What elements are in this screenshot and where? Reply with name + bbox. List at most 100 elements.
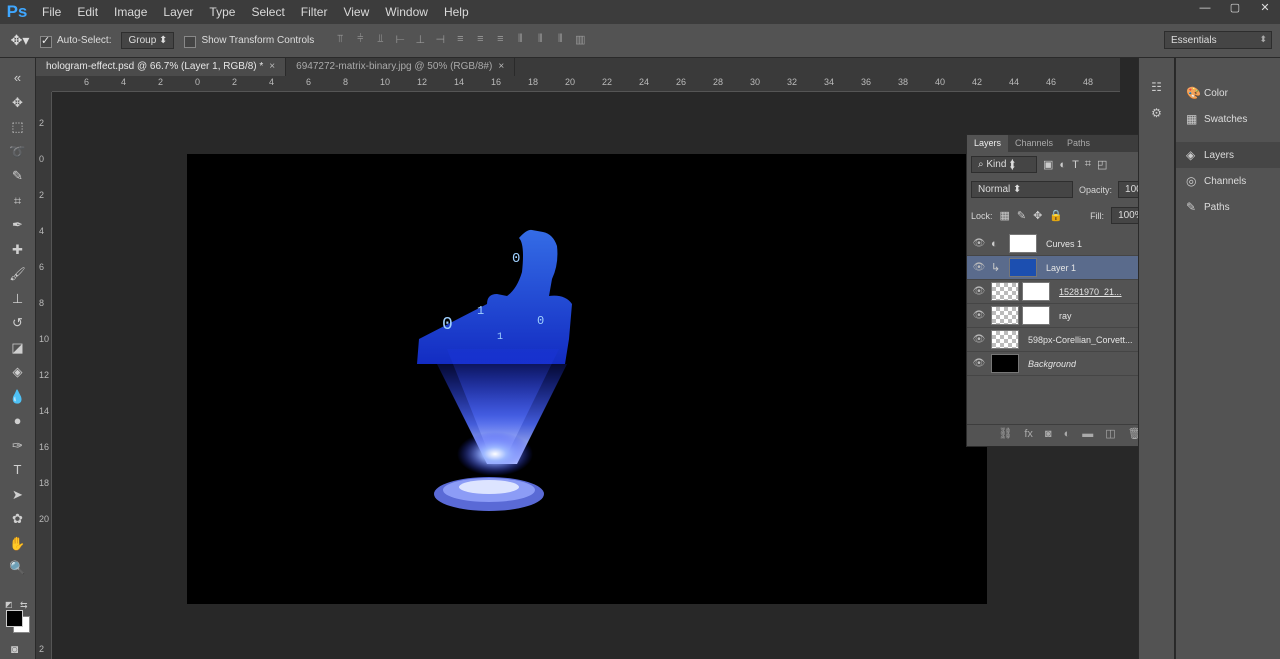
eyedropper-tool-icon[interactable]: ✒: [0, 213, 35, 238]
transform-controls-option[interactable]: Show Transform Controls: [184, 35, 314, 48]
auto-select-checkbox[interactable]: [40, 34, 52, 48]
visibility-eye-icon[interactable]: 👁: [967, 310, 991, 321]
history-panel-icon[interactable]: ☷: [1139, 80, 1174, 94]
visibility-eye-icon[interactable]: 👁: [967, 286, 991, 297]
tab-hologram-effect[interactable]: hologram-effect.psd @ 66.7% (Layer 1, RG…: [36, 58, 287, 76]
move-tool-preset-icon[interactable]: ✥▾: [0, 32, 40, 49]
layer-name[interactable]: Curves 1: [1046, 239, 1082, 249]
fx-icon[interactable]: fx: [1024, 428, 1033, 440]
distribute-right-icon[interactable]: ⫴: [552, 33, 568, 49]
panel-swatches[interactable]: ▦ Swatches: [1176, 106, 1280, 132]
filter-adjustment-icon[interactable]: ◐: [1059, 159, 1066, 171]
align-hcenter-icon[interactable]: ⊥: [412, 33, 428, 49]
paint-bucket-tool-icon[interactable]: ◈: [0, 360, 35, 385]
blend-mode-dropdown[interactable]: Normal ⬍: [971, 181, 1073, 198]
quick-select-tool-icon[interactable]: ✎: [0, 164, 35, 189]
zoom-tool-icon[interactable]: 🔍: [0, 556, 35, 581]
link-layers-icon[interactable]: ⛓: [998, 427, 1012, 440]
layer-row-selected[interactable]: 👁 ↳ Layer 1: [967, 256, 1163, 280]
filter-smart-object-icon[interactable]: ◰: [1097, 158, 1107, 171]
blur-tool-icon[interactable]: 💧: [0, 385, 35, 410]
filter-pixel-icon[interactable]: ▣: [1043, 158, 1053, 171]
healing-tool-icon[interactable]: ✚: [0, 238, 35, 263]
lasso-tool-icon[interactable]: ➰: [0, 140, 35, 165]
distribute-hcenter-icon[interactable]: ⫴: [532, 33, 548, 49]
move-tool-icon[interactable]: ✥: [0, 91, 35, 116]
document-canvas[interactable]: 0 0 1 0 1: [187, 154, 987, 604]
new-layer-icon[interactable]: ◫: [1105, 427, 1115, 440]
filter-shape-icon[interactable]: ⌗: [1085, 158, 1091, 171]
menu-help[interactable]: Help: [436, 0, 477, 24]
type-tool-icon[interactable]: T: [0, 458, 35, 483]
properties-panel-icon[interactable]: ⚙: [1139, 106, 1174, 120]
align-vcenter-icon[interactable]: ⫩: [352, 33, 368, 49]
distribute-left-icon[interactable]: ⫴: [512, 33, 528, 49]
align-left-icon[interactable]: ⊢: [392, 33, 408, 49]
layer-row[interactable]: 👁 15281970_21...: [967, 280, 1163, 304]
menu-view[interactable]: View: [335, 0, 377, 24]
transform-controls-checkbox[interactable]: [184, 35, 197, 48]
quick-mask-icon[interactable]: ◙: [11, 642, 18, 656]
distribute-vcenter-icon[interactable]: ≡: [472, 33, 488, 49]
menu-type[interactable]: Type: [201, 0, 243, 24]
minimize-button[interactable]: —: [1190, 0, 1220, 16]
distribute-top-icon[interactable]: ≡: [452, 33, 468, 49]
new-group-icon[interactable]: ▬: [1082, 428, 1093, 440]
eraser-tool-icon[interactable]: ◪: [0, 336, 35, 361]
panel-channels[interactable]: ◎ Channels: [1176, 168, 1280, 194]
lock-position-icon[interactable]: ✥: [1033, 209, 1042, 222]
brush-tool-icon[interactable]: 🖌: [0, 262, 35, 287]
path-select-tool-icon[interactable]: ➤: [0, 483, 35, 508]
menu-select[interactable]: Select: [243, 0, 292, 24]
shape-tool-icon[interactable]: ✿: [0, 507, 35, 532]
workspace-dropdown[interactable]: Essentials: [1164, 31, 1272, 49]
panel-color[interactable]: 🎨 Color: [1176, 80, 1280, 106]
hand-tool-icon[interactable]: ✋: [0, 532, 35, 557]
menu-filter[interactable]: Filter: [293, 0, 336, 24]
lock-transparent-icon[interactable]: ▦: [1000, 209, 1010, 222]
visibility-eye-icon[interactable]: 👁: [967, 262, 991, 273]
visibility-eye-icon[interactable]: 👁: [967, 358, 991, 369]
align-bottom-icon[interactable]: ⫫: [372, 33, 388, 49]
close-tab-icon[interactable]: ×: [498, 61, 504, 72]
crop-tool-icon[interactable]: ⌗: [0, 189, 35, 214]
layer-row[interactable]: 👁 Background 🔒: [967, 352, 1163, 376]
distribute-bottom-icon[interactable]: ≡: [492, 33, 508, 49]
layer-row[interactable]: 👁 ray: [967, 304, 1163, 328]
lock-all-icon[interactable]: 🔒: [1049, 209, 1063, 222]
close-tab-icon[interactable]: ×: [269, 61, 275, 72]
tab-layers[interactable]: Layers: [967, 135, 1009, 152]
layer-row[interactable]: 👁 598px-Corellian_Corvett...: [967, 328, 1163, 352]
auto-align-icon[interactable]: ▥: [572, 33, 588, 49]
auto-select-dropdown[interactable]: Group ⬍: [121, 32, 175, 49]
tab-matrix-binary[interactable]: 6947272-matrix-binary.jpg @ 50% (RGB/8#)…: [286, 58, 516, 76]
tab-channels[interactable]: Channels: [1008, 135, 1060, 152]
layer-name[interactable]: 15281970_21...: [1059, 287, 1122, 297]
menu-image[interactable]: Image: [106, 0, 155, 24]
pen-tool-icon[interactable]: ✑: [0, 434, 35, 459]
layer-name[interactable]: 598px-Corellian_Corvett...: [1028, 335, 1133, 345]
history-brush-tool-icon[interactable]: ↺: [0, 311, 35, 336]
new-adjustment-icon[interactable]: ◐: [1064, 428, 1071, 440]
marquee-tool-icon[interactable]: ⬚: [0, 115, 35, 140]
menu-window[interactable]: Window: [377, 0, 436, 24]
filter-kind-dropdown[interactable]: ⌕ Kind ⬍: [971, 156, 1037, 173]
panel-paths[interactable]: ✎ Paths: [1176, 194, 1280, 220]
add-mask-icon[interactable]: ◙: [1045, 428, 1052, 440]
layer-row[interactable]: 👁 ◐ Curves 1: [967, 232, 1163, 256]
layer-name[interactable]: Background: [1028, 359, 1076, 369]
visibility-eye-icon[interactable]: 👁: [967, 334, 991, 345]
workspace[interactable]: 0 0 1 0 1: [52, 92, 1120, 659]
default-colors-icon[interactable]: ◩: [5, 600, 13, 609]
toolbox-collapse-icon[interactable]: «: [0, 66, 35, 91]
filter-type-icon[interactable]: T: [1072, 159, 1079, 171]
align-right-icon[interactable]: ⊣: [432, 33, 448, 49]
lock-image-icon[interactable]: ✎: [1017, 209, 1026, 222]
layer-name[interactable]: ray: [1059, 311, 1072, 321]
panel-layers[interactable]: ◈ Layers: [1176, 142, 1280, 168]
maximize-button[interactable]: ▢: [1220, 0, 1250, 16]
tab-paths[interactable]: Paths: [1060, 135, 1097, 152]
visibility-eye-icon[interactable]: 👁: [967, 238, 991, 249]
foreground-color-swatch[interactable]: [6, 610, 23, 627]
align-top-icon[interactable]: ⫪: [332, 33, 348, 49]
